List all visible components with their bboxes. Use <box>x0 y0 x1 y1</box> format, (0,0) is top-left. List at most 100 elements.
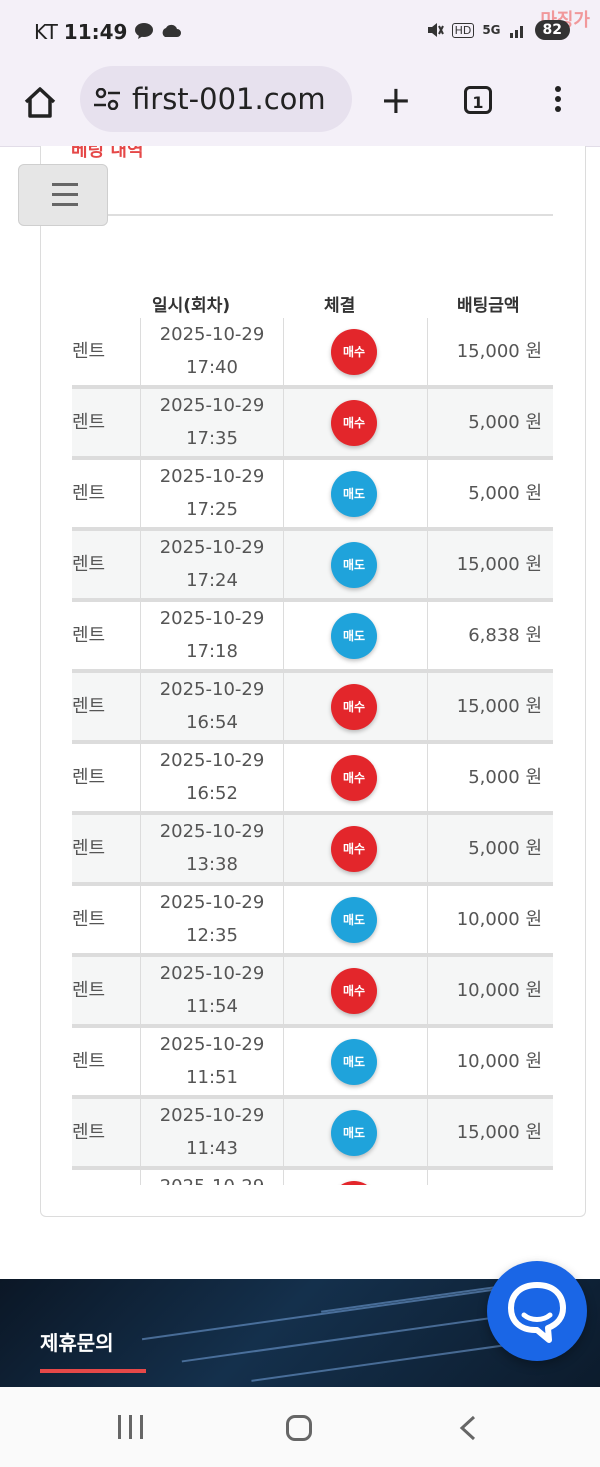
table-row: 렌트 2025-10-29 12:35 매도 10,000 원 <box>72 886 553 957</box>
row-datetime: 2025-10-29 17:24 <box>140 531 284 598</box>
buy-badge: 매수 <box>331 684 377 730</box>
row-time: 17:25 <box>186 499 238 520</box>
row-amount: 10,000 원 <box>456 909 542 930</box>
buy-badge <box>331 1181 377 1185</box>
header-date: 일시(회차) <box>152 296 231 316</box>
row-result: 매수 <box>283 673 428 740</box>
buy-badge: 매수 <box>331 826 377 872</box>
row-type: 렌트 <box>72 1051 106 1072</box>
table-row: 렌트 2025-10-29 16:52 매수 5,000 원 <box>72 744 553 815</box>
row-time: 13:38 <box>186 854 238 875</box>
row-datetime: 2025-10-29 11:51 <box>140 1028 284 1095</box>
status-time: 11:49 <box>63 20 128 44</box>
row-result <box>283 1170 428 1185</box>
sell-badge: 매도 <box>331 897 377 943</box>
chat-bubble-icon <box>508 1282 566 1343</box>
row-datetime: 2025-10-29 17:35 <box>140 389 284 456</box>
row-date: 2025-10-29 <box>159 750 265 771</box>
system-icons: HD 5G 82 <box>426 20 570 40</box>
status-carrier: KT 11:49 <box>34 20 127 44</box>
row-amount: 10,000 원 <box>456 980 542 1001</box>
row-date: 2025-10-29 <box>159 608 265 629</box>
row-amount: 5,000 원 <box>468 767 542 788</box>
site-menu-button[interactable] <box>18 164 108 226</box>
row-time: 11:43 <box>186 1138 238 1159</box>
row-amount <box>428 1170 542 1185</box>
home-icon[interactable] <box>20 82 60 122</box>
buy-badge: 매수 <box>331 755 377 801</box>
more-menu-icon[interactable] <box>548 82 568 122</box>
row-amount: 6,838 원 <box>468 625 542 646</box>
row-result: 매도 <box>283 531 428 598</box>
row-datetime: 2025-10-29 13:38 <box>140 815 284 882</box>
row-amount: 15,000 원 <box>456 1122 542 1143</box>
sell-badge: 매도 <box>331 613 377 659</box>
row-time: 16:54 <box>186 712 238 733</box>
row-datetime: 2025-10-29 16:52 <box>140 744 284 811</box>
row-amount: 5,000 원 <box>468 412 542 433</box>
battery-level: 82 <box>534 20 570 40</box>
table-row: 렌트 2025-10-29 17:25 매도 5,000 원 <box>72 460 553 531</box>
row-date: 2025-10-29 <box>159 537 265 558</box>
row-date: 2025-10-29 <box>159 395 265 416</box>
row-result: 매도 <box>283 1099 428 1166</box>
tab-switcher-button[interactable]: 1 <box>464 86 492 114</box>
row-result: 매도 <box>283 602 428 669</box>
row-datetime: 2025-10-29 17:40 <box>140 318 284 385</box>
system-home-icon[interactable] <box>286 1415 312 1441</box>
table-row: 2025-10-29 <box>72 1170 553 1185</box>
betting-table[interactable]: 일시(회차) 체결 배팅금액 렌트 2025-10-29 17:40 매수 15,000… <box>72 288 553 1185</box>
back-icon[interactable] <box>458 1415 478 1441</box>
buy-badge: 매수 <box>331 400 377 446</box>
table-row: 렌트 2025-10-29 11:51 매도 10,000 원 <box>72 1028 553 1099</box>
section-title: 베팅 내역 <box>71 146 144 161</box>
header-result: 체결 <box>324 296 356 316</box>
hd-icon: HD <box>451 22 475 38</box>
row-date: 2025-10-29 <box>159 324 265 345</box>
row-datetime: 2025-10-29 16:54 <box>140 673 284 740</box>
sell-badge: 매도 <box>331 542 377 588</box>
address-bar[interactable]: first-001.com <box>80 66 352 132</box>
row-result: 매수 <box>283 815 428 882</box>
table-row: 렌트 2025-10-29 17:35 매수 5,000 원 <box>72 389 553 460</box>
row-type: 렌트 <box>72 838 106 859</box>
table-row: 렌트 2025-10-29 17:18 매도 6,838 원 <box>72 602 553 673</box>
table-row: 렌트 2025-10-29 11:43 매도 15,000 원 <box>72 1099 553 1170</box>
row-type: 렌트 <box>72 483 106 504</box>
url-text[interactable]: first-001.com <box>132 82 326 116</box>
recents-icon[interactable] <box>118 1415 144 1439</box>
cloud-icon <box>162 24 181 37</box>
partnership-inquiry-link[interactable]: 제휴문의 <box>40 1327 114 1356</box>
row-amount: 15,000 원 <box>456 554 542 575</box>
table-row: 렌트 2025-10-29 17:40 매수 15,000 원 <box>72 318 553 389</box>
row-date: 2025-10-29 <box>141 1170 283 1185</box>
row-amount: 15,000 원 <box>456 696 542 717</box>
title-underline <box>40 1369 146 1373</box>
row-date: 2025-10-29 <box>159 963 265 984</box>
chat-button[interactable] <box>487 1261 587 1361</box>
row-amount: 15,000 원 <box>456 341 542 362</box>
row-time: 11:54 <box>186 996 238 1017</box>
row-type: 렌트 <box>72 412 106 433</box>
row-date: 2025-10-29 <box>159 1105 265 1126</box>
row-time: 11:51 <box>186 1067 238 1088</box>
row-datetime: 2025-10-29 17:25 <box>140 460 284 527</box>
row-type: 렌트 <box>72 909 106 930</box>
row-datetime: 2025-10-29 12:35 <box>140 886 284 953</box>
browser-toolbar: first-001.com + 1 <box>0 62 600 147</box>
mute-icon <box>427 23 444 37</box>
table-row: 렌트 2025-10-29 13:38 매수 5,000 원 <box>72 815 553 886</box>
new-tab-icon[interactable]: + <box>380 81 412 119</box>
row-datetime: 2025-10-29 <box>140 1170 284 1185</box>
row-time: 17:18 <box>186 641 238 662</box>
row-type: 렌트 <box>72 554 106 575</box>
row-time: 17:40 <box>186 357 238 378</box>
header-amount: 배팅금액 <box>457 296 520 316</box>
buy-badge: 매수 <box>331 968 377 1014</box>
row-type: 렌트 <box>72 696 106 717</box>
row-date: 2025-10-29 <box>159 821 265 842</box>
row-result: 매도 <box>283 460 428 527</box>
row-type: 렌트 <box>72 341 106 362</box>
site-settings-icon[interactable] <box>94 88 120 110</box>
row-time: 16:52 <box>186 783 238 804</box>
